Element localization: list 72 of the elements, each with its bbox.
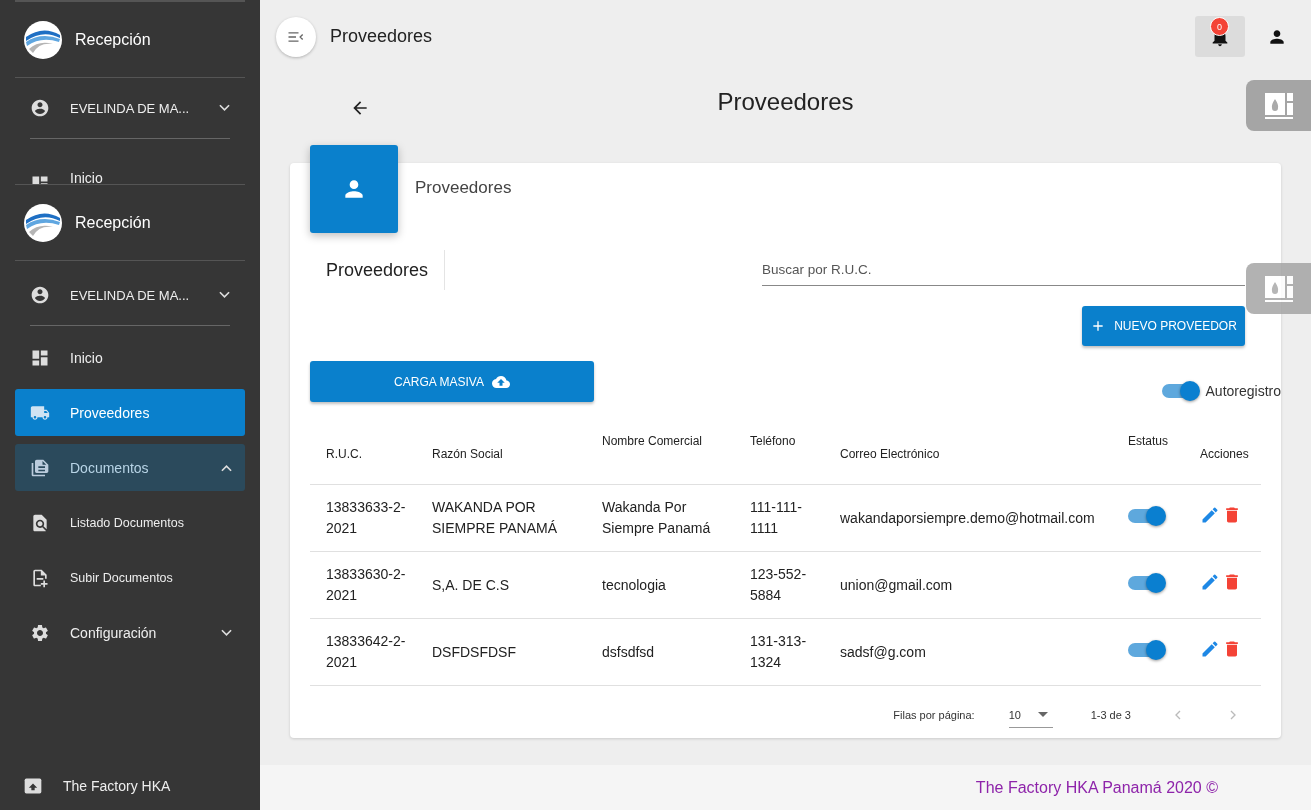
nav-item[interactable]: Proveedores (15, 389, 245, 436)
settings-icon (30, 622, 50, 643)
document-search-icon (30, 512, 50, 533)
upload-box-icon (23, 776, 43, 796)
column-header: Correo Electrónico (824, 424, 1112, 485)
column-header: Razón Social (432, 424, 586, 485)
card-title: Proveedores (415, 178, 512, 198)
chevron-icon[interactable] (221, 463, 232, 472)
company-name: The Factory HKA (63, 778, 171, 794)
app-title: Recepción (75, 213, 151, 232)
panel-layout-icon (1262, 90, 1295, 121)
user-avatar-icon (30, 285, 50, 305)
table-cell: DSFDSFDSF (432, 618, 586, 686)
notifications-button[interactable] (1195, 16, 1245, 57)
nav-subitem[interactable]: Subir Documentos (0, 554, 260, 601)
document-add-icon (30, 567, 50, 588)
status-toggle[interactable] (1128, 642, 1164, 657)
dropdown-caret-icon (1037, 712, 1048, 717)
table-cell: 123-552-5884 (734, 551, 824, 619)
menu-button[interactable] (276, 16, 316, 57)
table-cell: sadsf@g.com (824, 618, 1112, 686)
column-header: Acciones (1184, 424, 1261, 485)
toggle-label: Autoregistro (1205, 383, 1281, 399)
side-widget-tab[interactable] (1246, 263, 1311, 314)
user-avatar-icon (30, 98, 50, 118)
panel-layout-icon (1262, 273, 1295, 304)
edit-icon[interactable] (1200, 639, 1220, 659)
logo-icon (23, 19, 63, 60)
table-cell: 111-111-1111 (734, 484, 824, 552)
column-header: R.U.C. (310, 424, 432, 485)
table-cell: S,A. DE C.S (432, 551, 586, 619)
chevron-icon[interactable] (221, 628, 232, 637)
chevron-icon[interactable] (219, 291, 230, 299)
page-range: 1-3 de 3 (1090, 709, 1131, 721)
autoregistro-toggle[interactable] (1161, 384, 1198, 398)
table-cell: union@gmail.com (824, 551, 1112, 619)
column-header: Teléfono (734, 424, 824, 485)
column-header: Nombre Comercial (586, 424, 734, 485)
logo-icon (23, 202, 63, 243)
table-cell: 13833630-2-2021 (310, 551, 432, 619)
rows-per-page-select[interactable]: 10 (1008, 702, 1053, 728)
table-cell: WAKANDA POR SIEMPRE PANAMÁ (432, 484, 586, 552)
table-cell: tecnologia (586, 551, 734, 619)
page-heading: Proveedores (717, 87, 854, 116)
edit-icon[interactable] (1200, 505, 1220, 525)
table-cell: wakandaporsiempre.demo@hotmail.com (824, 484, 1112, 552)
section-title: Proveedores (326, 259, 429, 281)
nav-item[interactable]: Inicio (15, 334, 245, 381)
nav-subitem[interactable]: Listado Documentos (0, 499, 260, 546)
nav-item[interactable]: Configuración (15, 609, 245, 656)
app-title: Recepción (75, 30, 151, 49)
document-icon (30, 457, 50, 478)
table-cell: dsfsdfsd (586, 618, 734, 686)
column-header: Estatus (1112, 424, 1184, 485)
edit-icon[interactable] (1200, 572, 1220, 592)
nav-label[interactable]: Inicio (70, 170, 103, 184)
nav-item[interactable]: Documentos (15, 444, 245, 491)
copyright-text: The Factory HKA Panamá 2020 © (975, 778, 1218, 797)
table-cell: 131-313-1324 (734, 618, 824, 686)
table-cell: Wakanda Por Siempre Panamá (586, 484, 734, 552)
status-toggle[interactable] (1128, 575, 1164, 590)
user-name[interactable]: EVELINDA DE MA... (70, 100, 219, 116)
table-cell: 13833633-2-2021 (310, 484, 432, 552)
table-cell: 13833642-2-2021 (310, 618, 432, 686)
new-supplier-button[interactable]: NUEVO PROVEEDOR (1082, 306, 1245, 346)
side-widget-tab[interactable] (1246, 80, 1311, 131)
page-title: Proveedores (330, 26, 433, 47)
bulk-upload-button[interactable]: CARGA MASIVA (310, 361, 594, 402)
rows-per-page-label: Filas por página: (893, 709, 975, 721)
chevron-icon[interactable] (219, 104, 230, 112)
user-name[interactable]: EVELINDA DE MA... (70, 287, 219, 303)
status-toggle[interactable] (1128, 508, 1164, 523)
